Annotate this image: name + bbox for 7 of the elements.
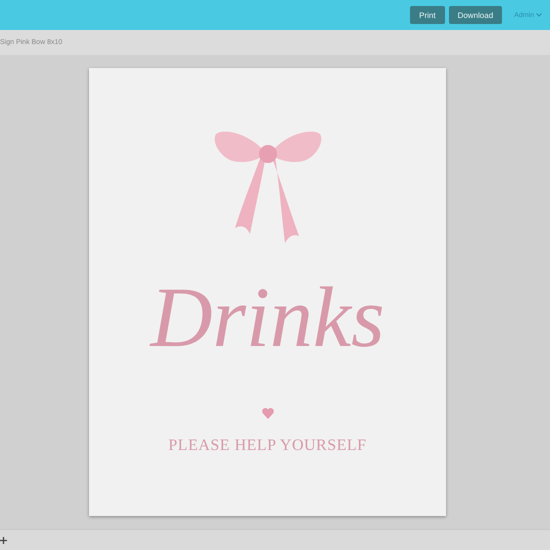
heart-icon: [262, 408, 274, 419]
sign-heading: Drinks: [150, 274, 385, 360]
sign-subheading: PLEASE HELP YOURSELF: [168, 437, 367, 455]
zoom-in-icon[interactable]: [0, 536, 7, 544]
toolbar-button[interactable]: Print: [410, 6, 445, 24]
chevron-icon: [536, 13, 542, 17]
toolbar-button[interactable]: Download: [448, 6, 502, 24]
